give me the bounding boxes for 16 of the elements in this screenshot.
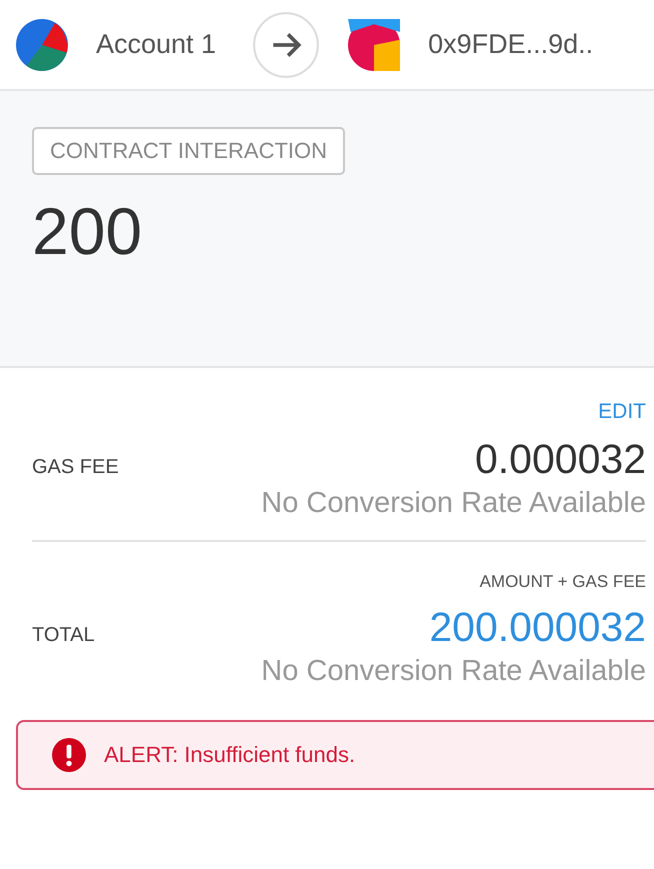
- alert-message: ALERT: Insufficient funds.: [104, 742, 356, 768]
- total-value: 200.000032: [429, 604, 646, 651]
- row-label: GAS FEE: [32, 456, 119, 479]
- account-name[interactable]: Account 1: [96, 29, 216, 60]
- amount: 200: [32, 193, 144, 269]
- transaction-type-tag: CONTRACT INTERACTION: [32, 127, 346, 175]
- recipient-avatar-icon: [348, 18, 400, 70]
- exclamation-icon: [52, 738, 86, 772]
- conversion-note: No Conversion Rate Available: [261, 487, 646, 520]
- account-avatar-icon: [16, 18, 68, 70]
- row-label: TOTAL: [32, 624, 95, 647]
- conversion-note: No Conversion Rate Available: [261, 655, 646, 688]
- recipient-address[interactable]: 0x9FDE...9d..: [428, 29, 594, 60]
- total-heading: AMOUNT + GAS FEE: [480, 572, 646, 592]
- fee-value: 0.000032: [474, 436, 646, 483]
- arrow-right-icon: [252, 10, 320, 78]
